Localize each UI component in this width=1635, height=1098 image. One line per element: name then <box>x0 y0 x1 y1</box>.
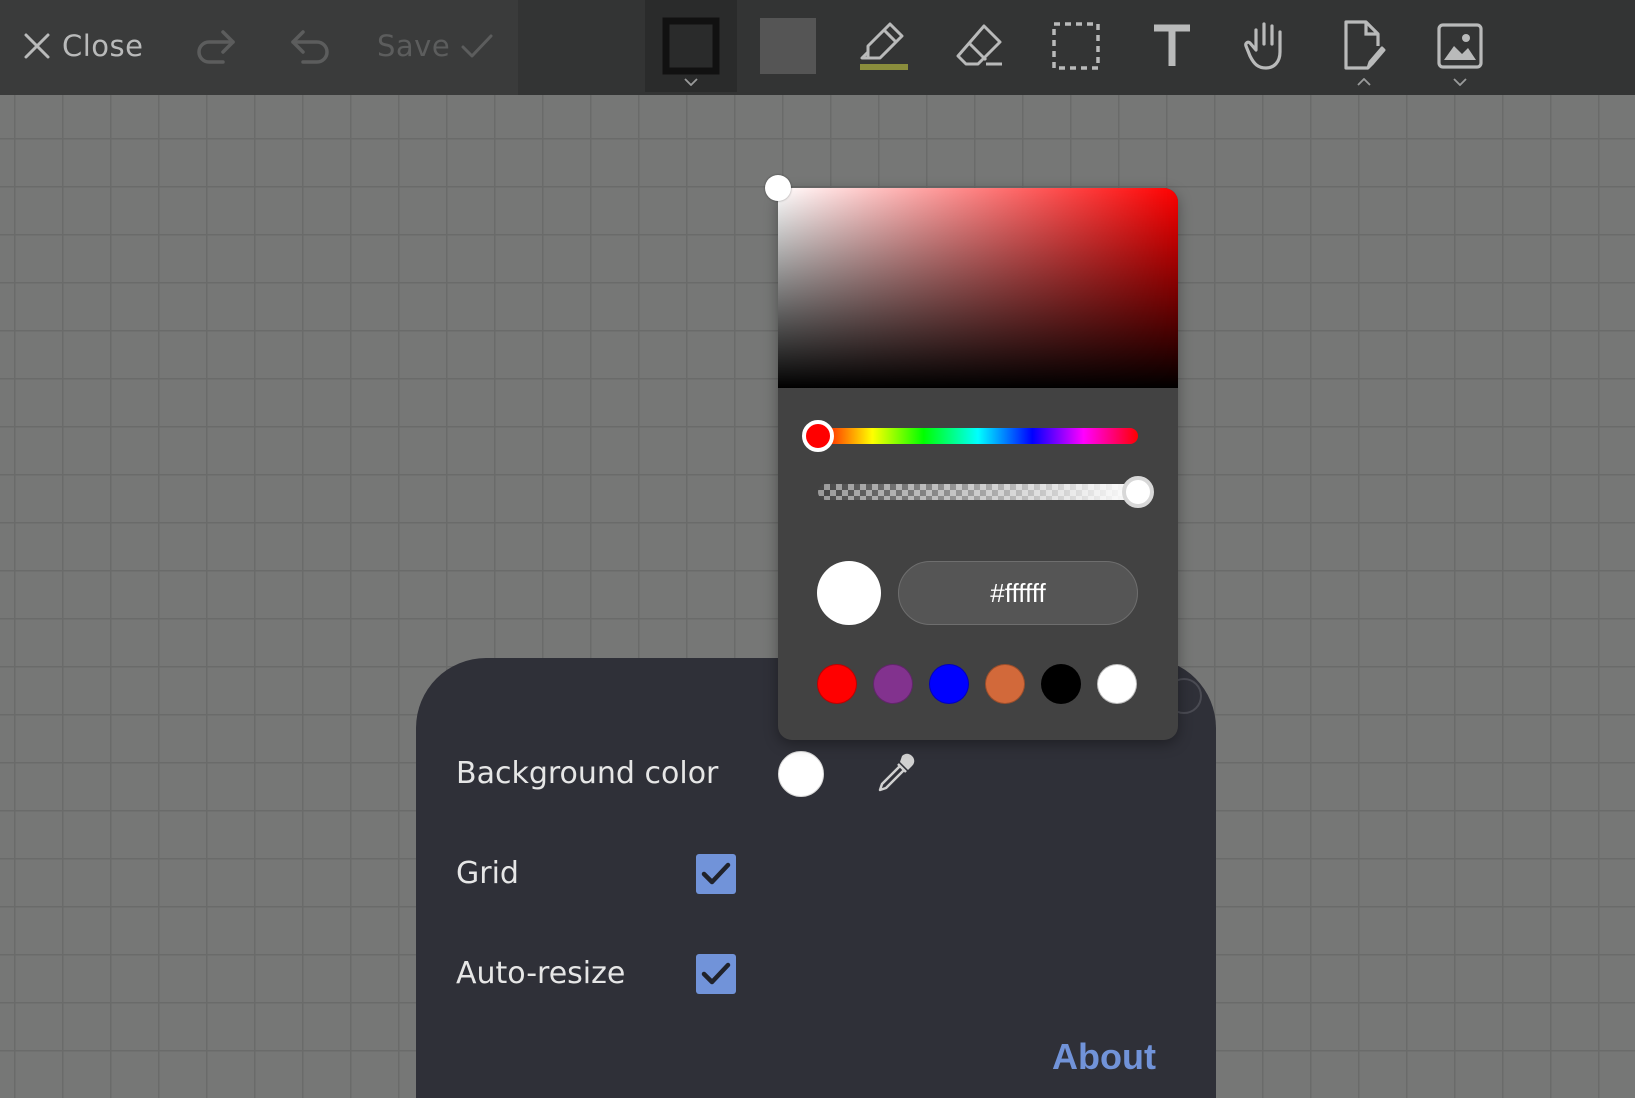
highlighter-tool[interactable] <box>838 0 930 92</box>
top-toolbar: Close Save <box>0 0 1635 95</box>
opacity-slider-handle[interactable] <box>1122 476 1154 508</box>
eraser-tool[interactable] <box>934 0 1026 92</box>
chevron-down-icon <box>684 78 698 86</box>
hue-slider[interactable] <box>802 420 1138 452</box>
dashed-rectangle-icon <box>1052 22 1100 70</box>
eyedropper-icon <box>878 753 915 792</box>
preset-color-orange[interactable] <box>985 664 1025 704</box>
image-icon <box>1437 23 1483 69</box>
undo-icon <box>291 30 329 64</box>
preset-colors <box>817 664 1137 704</box>
preset-color-blue[interactable] <box>929 664 969 704</box>
checkmark-icon <box>701 862 731 885</box>
fill-color-tool[interactable] <box>742 0 834 92</box>
redo-icon <box>197 30 235 64</box>
saturation-value-area[interactable] <box>765 175 1178 388</box>
selection-tool[interactable] <box>1030 0 1122 92</box>
close-label: Close <box>62 29 144 63</box>
grid-checkbox[interactable] <box>696 854 736 894</box>
auto-resize-checkbox[interactable] <box>696 954 736 994</box>
close-button[interactable]: Close <box>22 0 144 92</box>
text-icon <box>1154 24 1190 66</box>
color-picker-popover <box>765 175 1178 740</box>
redo-button[interactable] <box>193 0 239 92</box>
background-color-label: Background color <box>456 756 719 791</box>
preset-color-purple[interactable] <box>873 664 913 704</box>
eyedropper-button[interactable] <box>874 750 920 796</box>
grid-label: Grid <box>456 856 519 891</box>
filled-square-icon <box>760 18 816 74</box>
pan-tool[interactable] <box>1222 0 1314 92</box>
page-tool[interactable] <box>1318 0 1410 92</box>
text-tool[interactable] <box>1126 0 1218 92</box>
stroke-color-tool[interactable] <box>645 0 737 92</box>
hex-color-input[interactable] <box>898 561 1138 625</box>
chevron-up-icon <box>1357 78 1371 86</box>
toolbar-actions: Close Save <box>0 0 518 95</box>
save-label: Save <box>377 29 451 63</box>
eraser-icon <box>956 24 1002 66</box>
checkmark-icon <box>701 962 731 985</box>
hand-icon <box>1244 22 1282 70</box>
document-edit-icon <box>1344 20 1386 70</box>
hue-slider-handle[interactable] <box>802 420 834 452</box>
highlighter-icon <box>860 22 908 70</box>
save-button[interactable]: Save <box>377 0 494 92</box>
undo-button[interactable] <box>287 0 333 92</box>
preset-color-red[interactable] <box>817 664 857 704</box>
saturation-value-handle[interactable] <box>765 175 791 201</box>
preset-color-white[interactable] <box>1097 664 1137 704</box>
opacity-slider[interactable] <box>818 476 1154 508</box>
auto-resize-label: Auto-resize <box>456 956 626 991</box>
image-tool[interactable] <box>1414 0 1506 92</box>
color-preview-swatch <box>817 561 881 625</box>
chevron-down-icon <box>1453 78 1467 86</box>
square-outline-icon <box>662 17 720 75</box>
about-link[interactable]: About <box>1052 1036 1156 1078</box>
checkmark-icon <box>461 34 493 58</box>
background-color-swatch[interactable] <box>778 751 824 797</box>
preset-color-black[interactable] <box>1041 664 1081 704</box>
close-icon <box>24 33 50 59</box>
